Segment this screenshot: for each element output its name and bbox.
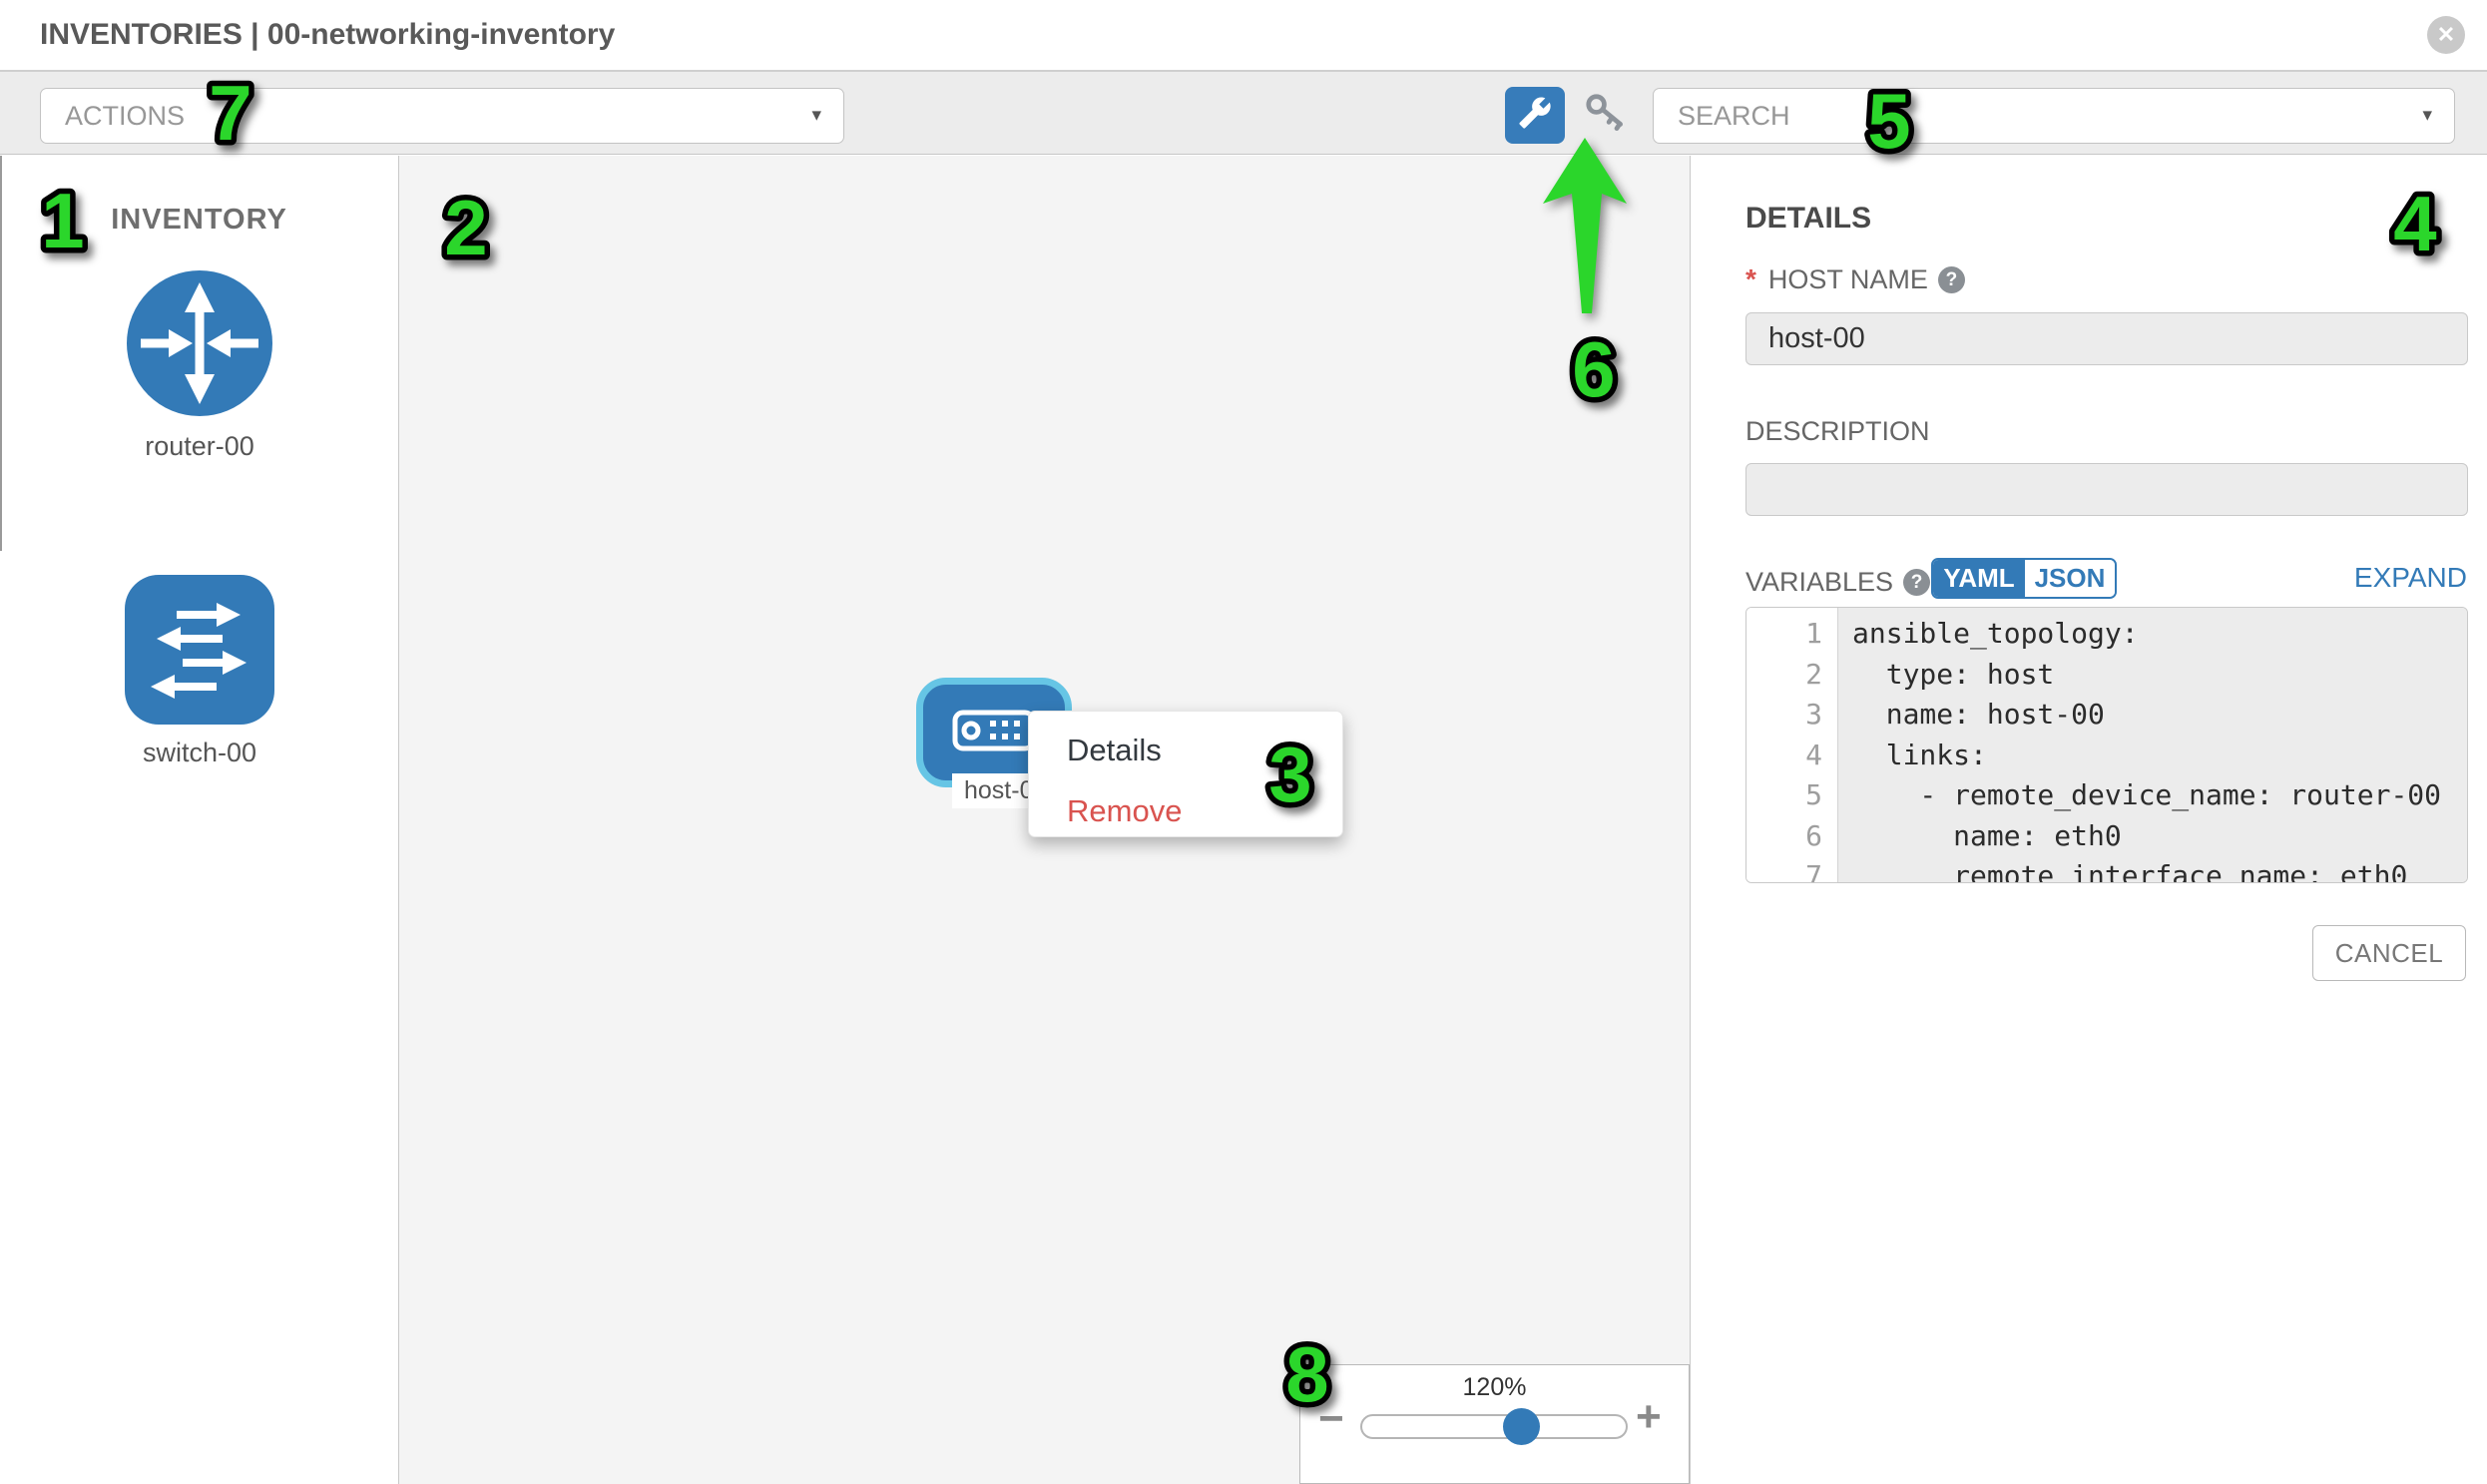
tab-yaml[interactable]: YAML: [1933, 560, 2025, 597]
host-name-label: HOST NAME: [1768, 264, 1928, 295]
palette-item-switch[interactable]: switch-00: [125, 575, 274, 768]
zoom-out-button[interactable]: −: [1318, 1397, 1344, 1441]
search-dropdown[interactable]: SEARCH ▾: [1653, 88, 2455, 144]
code-line: type: host: [1852, 655, 2467, 696]
key-button[interactable]: [1579, 90, 1633, 142]
line-number: 4: [1746, 736, 1837, 776]
inventory-panel-title: INVENTORY: [0, 204, 398, 237]
menu-item-remove[interactable]: Remove: [1029, 795, 1342, 826]
description-label-row: DESCRIPTION: [1745, 416, 1930, 447]
code-line: name: host-00: [1852, 695, 2467, 736]
switch-icon: [125, 712, 274, 729]
variables-code-editor[interactable]: 1 2 3 4 5 6 7 ansible_topology: type: ho…: [1745, 607, 2468, 883]
wrench-icon: [1518, 96, 1552, 135]
menu-item-details[interactable]: Details: [1029, 735, 1342, 765]
zoom-in-button[interactable]: +: [1636, 1395, 1662, 1439]
code-line: name: eth0: [1852, 816, 2467, 857]
host-icon: [952, 710, 1036, 756]
cancel-button[interactable]: CANCEL: [2312, 925, 2466, 981]
tab-json[interactable]: JSON: [2025, 560, 2115, 597]
description-label: DESCRIPTION: [1745, 416, 1930, 447]
tools-button[interactable]: [1505, 87, 1565, 144]
node-context-menu: Details Remove: [1028, 711, 1343, 837]
zoom-control: 120% − +: [1299, 1364, 1690, 1484]
host-name-input[interactable]: host-00: [1745, 312, 2468, 365]
toolbar: ACTIONS ▾ SEARCH ▾: [0, 72, 2487, 155]
details-panel-title: DETAILS: [1745, 202, 1871, 236]
line-number: 6: [1746, 816, 1837, 857]
line-number: 2: [1746, 655, 1837, 696]
variables-label-row: VARIABLES ?: [1745, 567, 1930, 598]
code-line: - remote_device_name: router-00: [1852, 775, 2467, 816]
variables-label: VARIABLES: [1745, 567, 1893, 598]
line-number: 3: [1746, 695, 1837, 736]
line-number: 7: [1746, 856, 1837, 883]
description-input[interactable]: [1745, 463, 2468, 516]
chevron-down-icon: ▾: [2422, 89, 2432, 143]
help-icon[interactable]: ?: [1903, 569, 1930, 596]
switch-label: switch-00: [125, 738, 274, 768]
code-line: links:: [1852, 736, 2467, 776]
header-bar: INVENTORIES | 00-networking-inventory ✕: [0, 0, 2487, 72]
help-icon[interactable]: ?: [1938, 266, 1965, 293]
expand-link[interactable]: EXPAND: [2354, 562, 2467, 594]
zoom-level: 120%: [1300, 1373, 1689, 1402]
close-button[interactable]: ✕: [2427, 16, 2465, 54]
palette-item-router[interactable]: router-00: [125, 268, 274, 462]
search-dropdown-label: SEARCH: [1678, 89, 1790, 143]
required-marker: *: [1745, 263, 1756, 295]
actions-dropdown[interactable]: ACTIONS ▾: [40, 88, 844, 144]
line-number: 5: [1746, 775, 1837, 816]
details-panel: DETAILS * HOST NAME ? host-00 DESCRIPTIO…: [1692, 156, 2487, 1484]
chevron-down-icon: ▾: [811, 89, 821, 143]
zoom-slider-thumb[interactable]: [1503, 1408, 1540, 1445]
page-title: INVENTORIES | 00-networking-inventory: [40, 0, 615, 70]
code-area: ansible_topology: type: host name: host-…: [1838, 608, 2467, 882]
key-icon: [1583, 91, 1629, 142]
router-icon: [125, 405, 274, 422]
host-name-label-row: * HOST NAME ?: [1745, 263, 1965, 295]
actions-dropdown-label: ACTIONS: [65, 89, 185, 143]
code-gutter: 1 2 3 4 5 6 7: [1746, 608, 1838, 882]
variables-format-toggle: YAML JSON: [1931, 558, 2117, 599]
topology-canvas[interactable]: host-00 Details Remove 120% − +: [399, 156, 1691, 1484]
inventory-panel: INVENTORY router-00: [0, 156, 399, 1484]
inventory-topology-app: INVENTORIES | 00-networking-inventory ✕ …: [0, 0, 2487, 1484]
line-number: 1: [1746, 614, 1837, 655]
code-line: remote_interface_name: eth0: [1852, 856, 2467, 883]
zoom-slider-track[interactable]: [1360, 1414, 1628, 1439]
close-icon: ✕: [2437, 22, 2455, 47]
router-label: router-00: [125, 431, 274, 462]
code-line: ansible_topology:: [1852, 614, 2467, 655]
